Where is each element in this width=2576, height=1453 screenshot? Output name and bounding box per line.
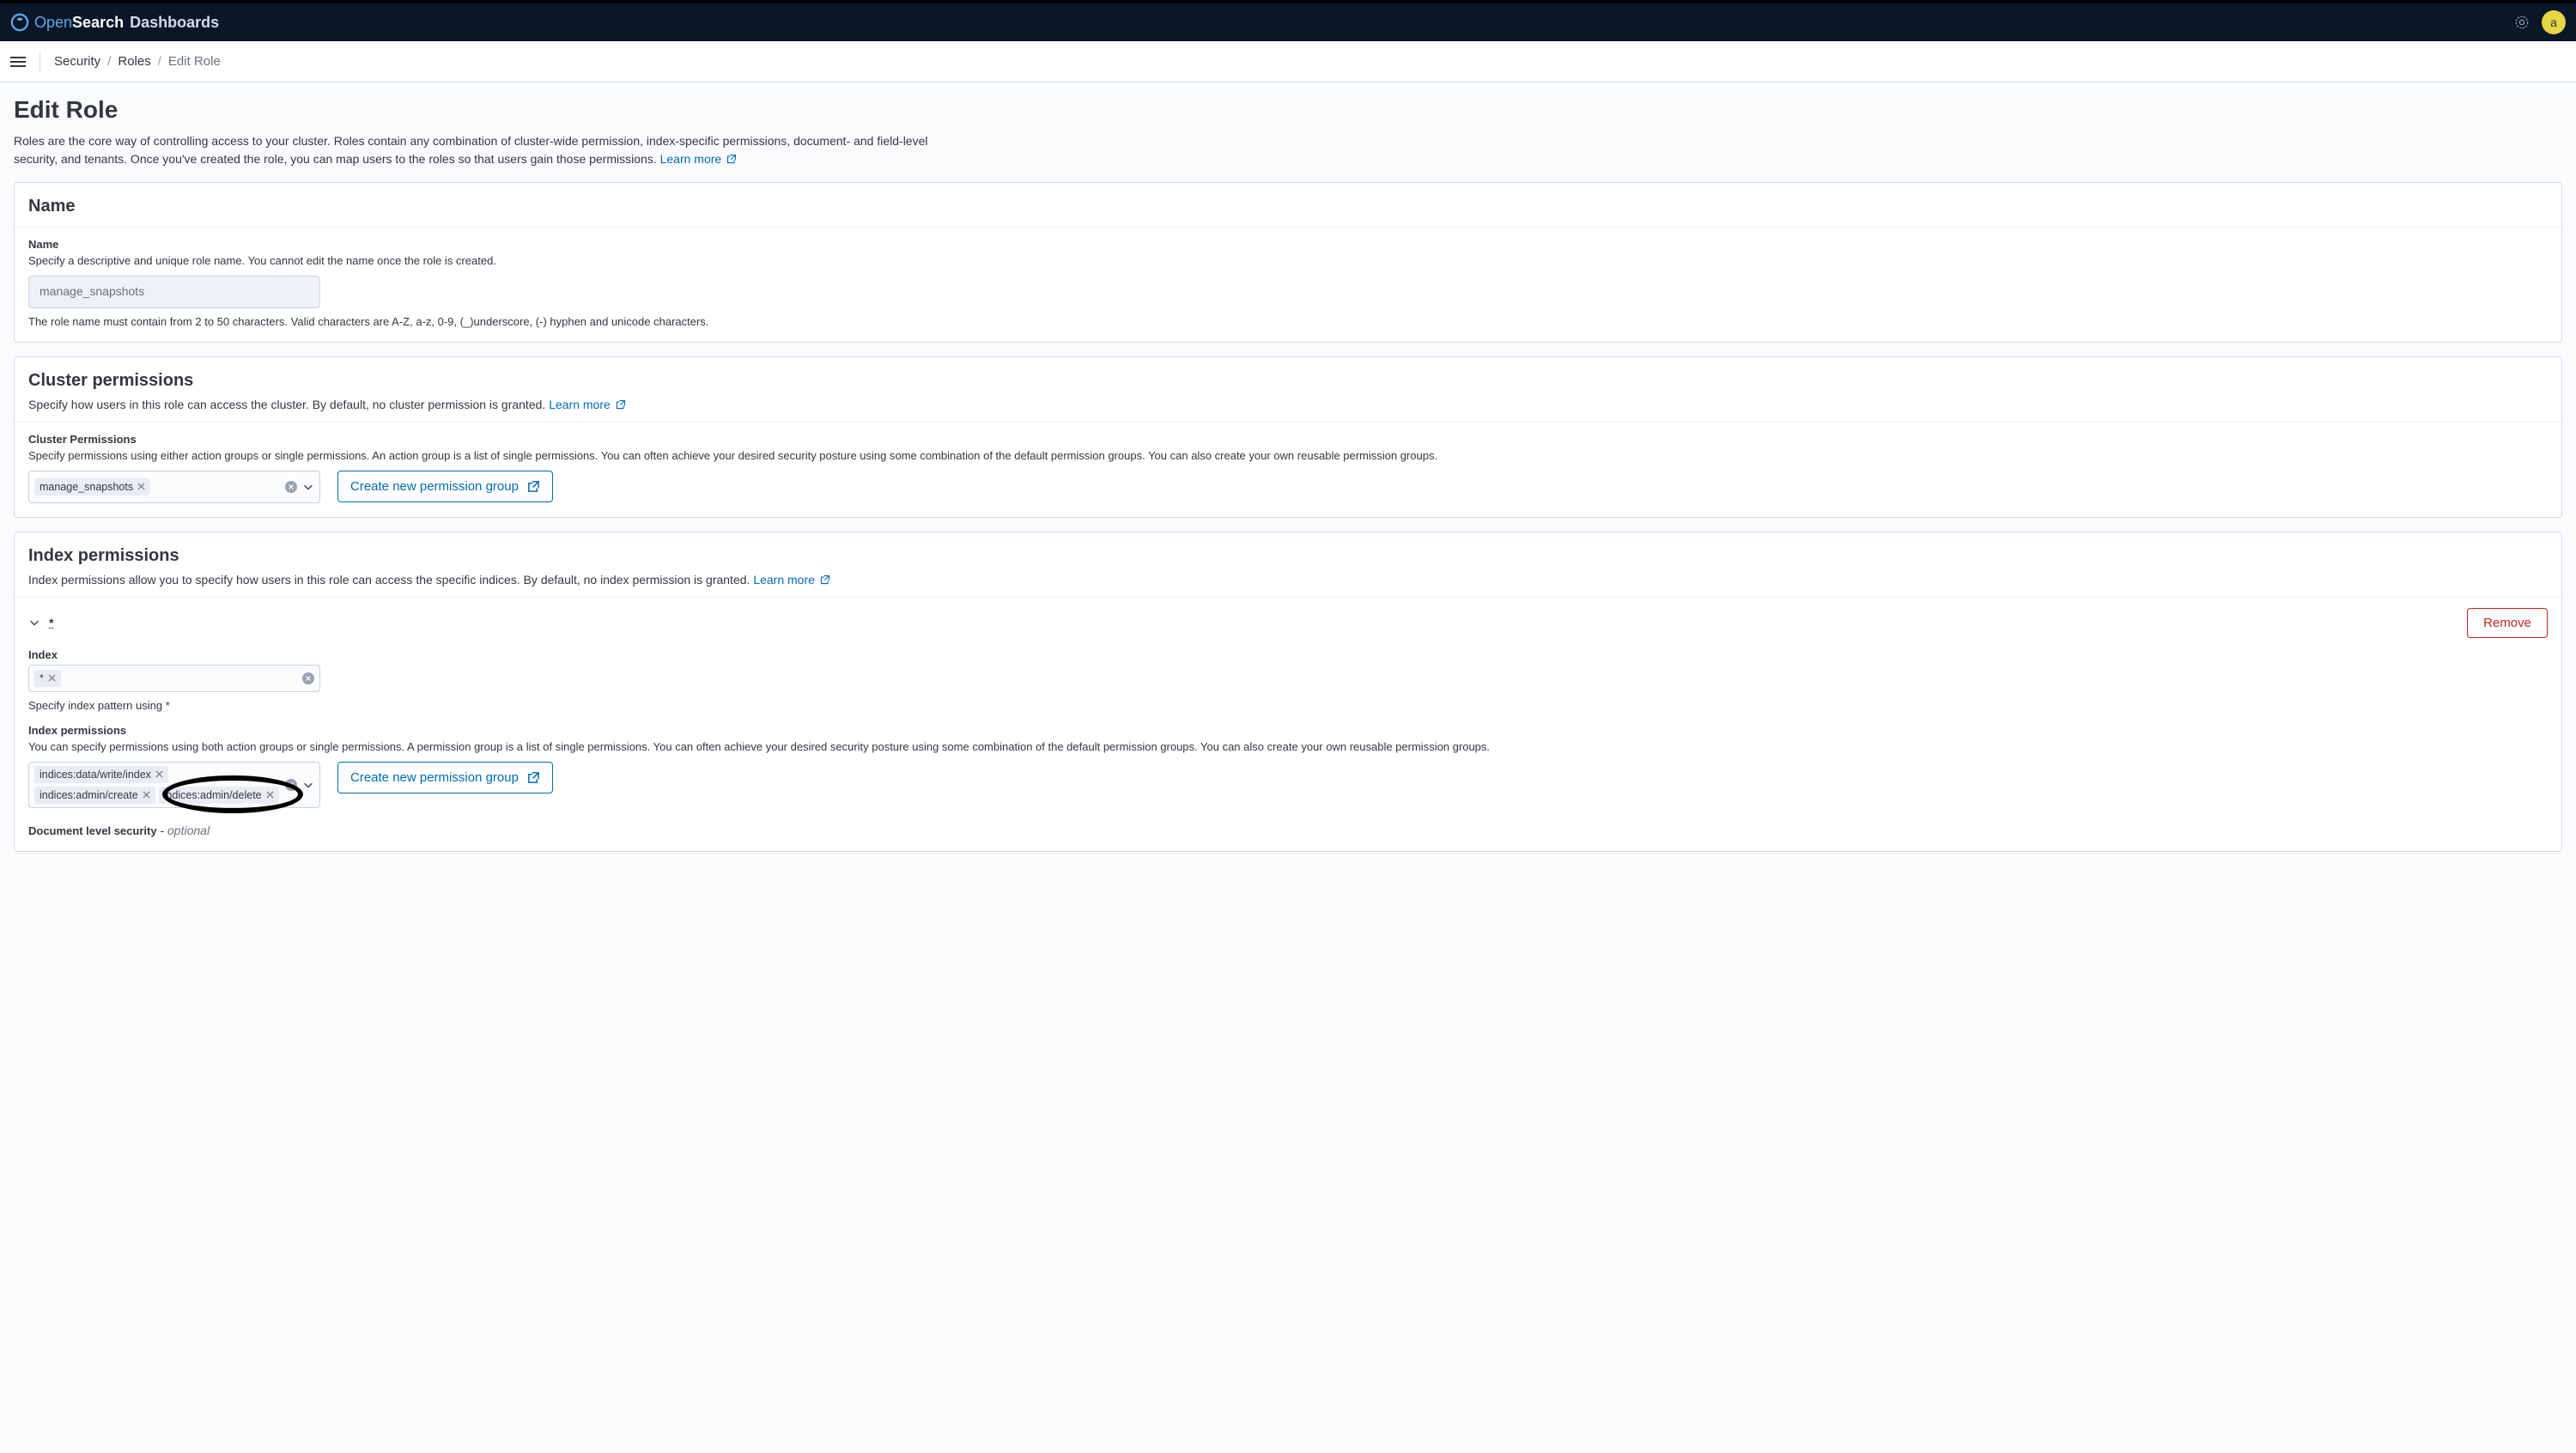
index-learn-more-link[interactable]: Learn more bbox=[753, 573, 829, 587]
breadcrumb-current: Edit Role bbox=[168, 54, 221, 69]
external-link-icon bbox=[527, 771, 540, 784]
page-description: Roles are the core way of controlling ac… bbox=[14, 132, 958, 168]
remove-pill-icon[interactable] bbox=[155, 770, 163, 778]
pill-admin-create: indices:admin/create bbox=[34, 787, 155, 804]
opensearch-logo-icon bbox=[10, 13, 29, 32]
accordion-label[interactable]: * bbox=[49, 616, 53, 629]
index-permissions-panel: Index permissions Index permissions allo… bbox=[14, 532, 2562, 852]
index-section-sub: Index permissions allow you to specify h… bbox=[28, 573, 2548, 587]
clear-combo-icon[interactable] bbox=[285, 779, 297, 791]
dls-optional: optional bbox=[167, 824, 210, 837]
cluster-section-sub: Specify how users in this role can acces… bbox=[28, 398, 2548, 411]
chevron-down-icon[interactable] bbox=[302, 779, 314, 791]
pill-label: manage_snapshots bbox=[39, 481, 133, 493]
external-link-icon bbox=[616, 399, 626, 410]
dls-label: Document level security bbox=[28, 824, 157, 837]
avatar-letter: a bbox=[2550, 15, 2557, 29]
user-avatar[interactable]: a bbox=[2542, 10, 2566, 34]
nav-toggle-icon[interactable] bbox=[10, 54, 26, 70]
breadcrumb-sep: / bbox=[107, 54, 111, 69]
pill-label: indices:data/write/index bbox=[39, 769, 151, 781]
remove-pill-icon[interactable] bbox=[143, 791, 150, 799]
index-perm-help: You can specify permissions using both a… bbox=[28, 740, 2548, 753]
topbar-right: a bbox=[2514, 10, 2566, 34]
clear-combo-icon[interactable] bbox=[302, 672, 314, 684]
remove-pill-icon[interactable] bbox=[137, 483, 145, 490]
pill-data-write-index: indices:data/write/index bbox=[34, 766, 168, 783]
name-field-help: Specify a descriptive and unique role na… bbox=[28, 254, 2548, 267]
top-bar: OpenSearch Dashboards a bbox=[0, 0, 2576, 41]
breadcrumb-security[interactable]: Security bbox=[54, 54, 100, 69]
page: Edit Role Roles are the core way of cont… bbox=[0, 82, 2576, 879]
index-section-title: Index permissions bbox=[28, 546, 2548, 566]
name-field-label: Name bbox=[28, 238, 2548, 251]
external-link-icon bbox=[527, 480, 540, 493]
breadcrumb-bar: Security / Roles / Edit Role bbox=[0, 41, 2576, 82]
chevron-down-icon[interactable] bbox=[302, 481, 314, 493]
create-index-perm-group-button[interactable]: Create new permission group bbox=[337, 762, 553, 793]
index-pattern-combo[interactable]: * bbox=[28, 665, 320, 692]
breadcrumb-sep: / bbox=[158, 54, 161, 69]
chevron-down-icon[interactable] bbox=[28, 617, 40, 629]
remove-index-button[interactable]: Remove bbox=[2467, 608, 2548, 638]
app-logo[interactable]: OpenSearch Dashboards bbox=[10, 13, 219, 32]
pill-label: * bbox=[39, 672, 44, 684]
cluster-section-title: Cluster permissions bbox=[28, 371, 2548, 391]
page-title: Edit Role bbox=[14, 96, 2562, 124]
divider bbox=[39, 52, 40, 72]
index-field-label: Index bbox=[28, 648, 2548, 661]
cluster-perm-label: Cluster Permissions bbox=[28, 433, 2548, 446]
create-cluster-perm-group-button[interactable]: Create new permission group bbox=[337, 471, 553, 502]
cluster-permissions-panel: Cluster permissions Specify how users in… bbox=[14, 356, 2562, 518]
pill-label: indices:admin/create bbox=[39, 789, 138, 801]
breadcrumb-roles[interactable]: Roles bbox=[118, 54, 150, 69]
pill-label: indices:admin/delete bbox=[164, 789, 262, 801]
index-permissions-combo[interactable]: indices:data/write/index indices:admin/c… bbox=[28, 762, 320, 808]
clear-combo-icon[interactable] bbox=[285, 481, 297, 493]
cluster-permissions-combo[interactable]: manage_snapshots bbox=[28, 471, 320, 503]
role-name-input: manage_snapshots bbox=[28, 276, 320, 308]
cluster-perm-help: Specify permissions using either action … bbox=[28, 449, 2548, 462]
name-field-note: The role name must contain from 2 to 50 … bbox=[28, 315, 2548, 328]
breadcrumb: Security / Roles / Edit Role bbox=[54, 54, 221, 69]
remove-pill-icon[interactable] bbox=[48, 674, 56, 682]
name-section-title: Name bbox=[28, 197, 2548, 216]
help-icon[interactable] bbox=[2514, 15, 2530, 30]
learn-more-link[interactable]: Learn more bbox=[660, 152, 737, 166]
brand-text: OpenSearch Dashboards bbox=[34, 14, 219, 32]
cluster-learn-more-link[interactable]: Learn more bbox=[549, 398, 625, 411]
external-link-icon bbox=[820, 575, 830, 585]
index-pattern-note: Specify index pattern using * bbox=[28, 699, 2548, 712]
index-accordion-header: * Remove bbox=[28, 608, 2548, 638]
pill-manage-snapshots: manage_snapshots bbox=[34, 478, 150, 495]
index-perm-label: Index permissions bbox=[28, 724, 2548, 737]
page-desc-text: Roles are the core way of controlling ac… bbox=[14, 134, 928, 166]
pill-admin-delete: indices:admin/delete bbox=[159, 787, 279, 804]
name-panel: Name Name Specify a descriptive and uniq… bbox=[14, 182, 2562, 343]
external-link-icon bbox=[726, 154, 737, 164]
pill-star: * bbox=[34, 670, 61, 687]
remove-pill-icon[interactable] bbox=[266, 791, 274, 799]
topbar-left: OpenSearch Dashboards bbox=[10, 13, 219, 32]
